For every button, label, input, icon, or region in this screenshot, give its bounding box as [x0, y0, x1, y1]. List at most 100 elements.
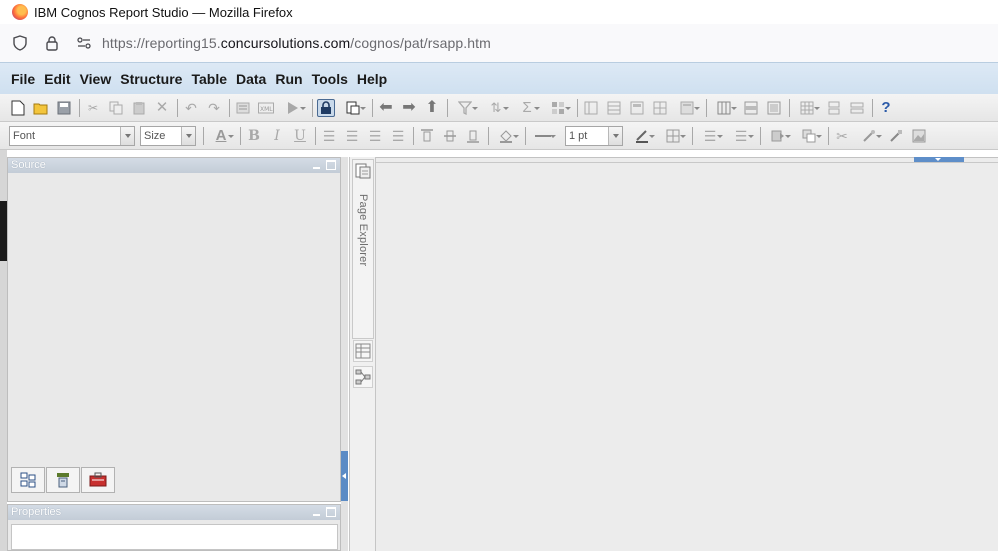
- url-domain: concursolutions.com: [220, 35, 351, 51]
- conditional-style-icon[interactable]: [765, 127, 791, 145]
- size-combo[interactable]: Size: [140, 125, 196, 146]
- italic-icon[interactable]: I: [268, 127, 286, 145]
- header-icon[interactable]: [628, 99, 646, 117]
- toolbar-separator: [315, 126, 316, 145]
- report-work-area[interactable]: [376, 157, 998, 551]
- source-tab-toolbox[interactable]: [81, 467, 115, 493]
- filter-icon[interactable]: [452, 99, 478, 117]
- group-icon[interactable]: [545, 99, 571, 117]
- delete-icon[interactable]: ✕: [153, 99, 171, 117]
- section-icon[interactable]: [582, 99, 600, 117]
- arrow-up-icon[interactable]: ⬆: [423, 99, 441, 117]
- vertical-align-middle-icon[interactable]: [441, 127, 459, 145]
- save-icon[interactable]: [55, 99, 73, 117]
- sort-icon[interactable]: ⇅: [483, 99, 509, 117]
- indent-icon[interactable]: ☰: [697, 127, 723, 145]
- run-report-icon[interactable]: [280, 99, 306, 117]
- split-horizontal-icon[interactable]: [825, 99, 843, 117]
- vertical-align-bottom-icon[interactable]: [464, 127, 482, 145]
- apply-style-icon[interactable]: [887, 127, 905, 145]
- fill-color-icon[interactable]: [493, 127, 519, 145]
- align-left-icon[interactable]: ☰: [320, 127, 338, 145]
- undo-icon[interactable]: ↶: [182, 99, 200, 117]
- copy-style-icon[interactable]: [796, 127, 822, 145]
- chevron-down-icon[interactable]: [181, 126, 195, 145]
- maximize-icon[interactable]: [326, 160, 336, 170]
- list-icon[interactable]: [605, 99, 623, 117]
- chevron-down-icon[interactable]: [608, 126, 622, 145]
- left-edge-strip: [0, 150, 7, 551]
- align-right-icon[interactable]: ☰: [366, 127, 384, 145]
- align-center-icon[interactable]: ☰: [343, 127, 361, 145]
- menu-edit[interactable]: Edit: [44, 71, 70, 87]
- explorer-strip: Page Explorer: [349, 157, 376, 551]
- site-permissions-icon[interactable]: [72, 31, 96, 55]
- insert-row-icon[interactable]: [742, 99, 760, 117]
- menu-structure[interactable]: Structure: [120, 71, 182, 87]
- minimize-icon[interactable]: [312, 160, 322, 170]
- url-prefix: https://reporting15.: [102, 35, 221, 51]
- chevron-down-icon[interactable]: [120, 126, 134, 145]
- menu-file[interactable]: File: [11, 71, 35, 87]
- line-color-icon[interactable]: [629, 127, 655, 145]
- minimize-icon[interactable]: [312, 507, 322, 517]
- condition-explorer-icon[interactable]: [353, 366, 373, 388]
- source-tab-insertable-objects[interactable]: [11, 467, 45, 493]
- borders-icon[interactable]: [660, 127, 686, 145]
- menu-data[interactable]: Data: [236, 71, 266, 87]
- arrow-right-icon[interactable]: ➡: [400, 99, 418, 117]
- paste-icon[interactable]: [130, 99, 148, 117]
- toolbar-separator: [828, 126, 829, 145]
- font-color-icon[interactable]: A: [208, 127, 234, 145]
- xml-icon[interactable]: XML: [257, 99, 275, 117]
- crosstab-icon[interactable]: [651, 99, 669, 117]
- source-pane-title: Source: [11, 159, 46, 171]
- merge-cells-icon[interactable]: [765, 99, 783, 117]
- style-toolbar: Font Size A B I U ☰ ☰ ☰ ☰ 1 pt ☰ ☰ ✂: [0, 122, 998, 150]
- menu-view[interactable]: View: [80, 71, 112, 87]
- cut-icon[interactable]: ✂: [84, 99, 102, 117]
- line-weight-combo[interactable]: 1 pt: [565, 125, 623, 146]
- url-text[interactable]: https://reporting15.concursolutions.com/…: [102, 35, 491, 51]
- maximize-icon[interactable]: [326, 507, 336, 517]
- lock-icon[interactable]: [40, 31, 64, 55]
- help-icon[interactable]: ?: [877, 99, 895, 117]
- font-combo[interactable]: Font: [9, 125, 135, 146]
- source-tab-data-items[interactable]: [46, 467, 80, 493]
- menu-run[interactable]: Run: [275, 71, 302, 87]
- bold-icon[interactable]: B: [245, 127, 263, 145]
- new-report-icon[interactable]: [9, 99, 27, 117]
- collapse-handle[interactable]: [341, 451, 348, 501]
- page-explorer-tab[interactable]: Page Explorer: [352, 159, 374, 339]
- lock-layout-icon[interactable]: [317, 98, 335, 117]
- copy-icon[interactable]: [107, 99, 125, 117]
- pick-style-icon[interactable]: [856, 127, 882, 145]
- menu-tools[interactable]: Tools: [312, 71, 348, 87]
- tracking-shield-icon[interactable]: [8, 31, 32, 55]
- columns-icon[interactable]: [711, 99, 737, 117]
- underline-icon[interactable]: U: [291, 127, 309, 145]
- justify-icon[interactable]: ☰: [389, 127, 407, 145]
- validate-report-icon[interactable]: [234, 99, 252, 117]
- page-layout-icon[interactable]: [674, 99, 700, 117]
- redo-icon[interactable]: ↷: [205, 99, 223, 117]
- open-folder-icon[interactable]: [32, 99, 50, 117]
- summarize-icon[interactable]: Σ: [514, 99, 540, 117]
- query-explorer-icon[interactable]: [353, 340, 373, 362]
- image-icon[interactable]: [910, 127, 928, 145]
- work-area-tab-handle[interactable]: [914, 157, 964, 162]
- table-icon[interactable]: [794, 99, 820, 117]
- line-style-icon[interactable]: [530, 127, 556, 145]
- pane-splitter[interactable]: [341, 157, 348, 551]
- no-style-icon[interactable]: ✂: [833, 127, 851, 145]
- vertical-align-top-icon[interactable]: [418, 127, 436, 145]
- toolbar-separator: [872, 98, 873, 117]
- insertable-objects-icon[interactable]: [340, 99, 366, 117]
- outdent-icon[interactable]: ☰: [728, 127, 754, 145]
- properties-body[interactable]: [11, 524, 338, 550]
- split-vertical-icon[interactable]: [848, 99, 866, 117]
- arrow-left-icon[interactable]: ⬅: [377, 99, 395, 117]
- menu-table[interactable]: Table: [191, 71, 227, 87]
- menu-help[interactable]: Help: [357, 71, 387, 87]
- window-titlebar: IBM Cognos Report Studio — Mozilla Firef…: [0, 0, 998, 24]
